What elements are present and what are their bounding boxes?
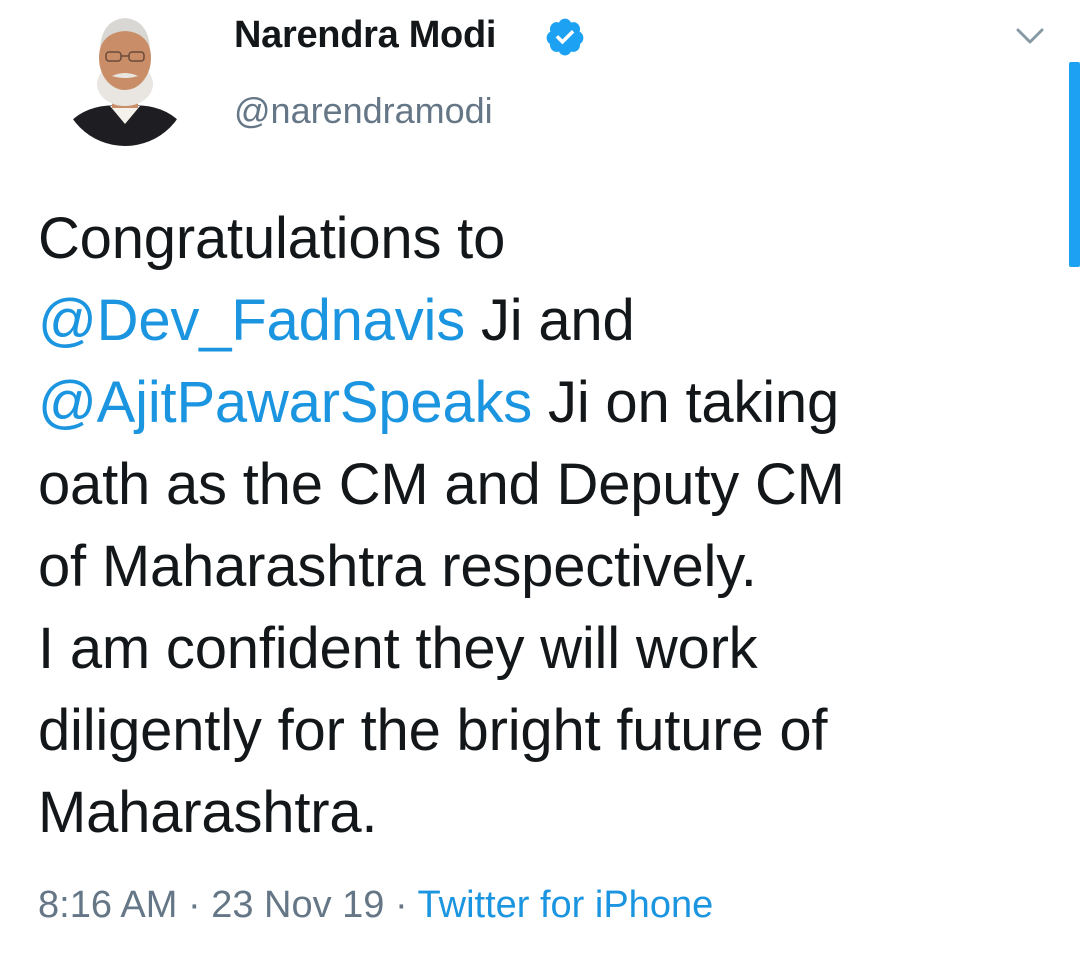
tweet-time[interactable]: 8:16 AM [38,884,177,926]
author-handle[interactable]: @narendramodi [234,90,493,132]
chevron-down-icon[interactable] [1010,20,1050,50]
tweet-text-fragment: Ji on taking [532,370,840,435]
avatar[interactable] [60,2,190,152]
author-display-name[interactable]: Narendra Modi [234,14,496,57]
verified-badge-icon [546,18,584,56]
tweet-meta: 8:16 AM · 23 Nov 19 · Twitter for iPhone [38,884,713,927]
tweet-source-link[interactable]: Twitter for iPhone [418,884,714,926]
tweet-date[interactable]: 23 Nov 19 [211,884,384,926]
tweet-text-fragment: Ji and [465,288,635,353]
meta-separator: · [177,884,212,926]
tweet-text-line: @Dev_Fadnavis Ji and [38,280,1048,362]
tweet-text: Congratulations to @Dev_Fadnavis Ji and … [38,198,1048,854]
tweet-text-line: oath as the CM and Deputy CM [38,452,845,517]
avatar-photo-icon [61,18,189,146]
tweet-text-line: @AjitPawarSpeaks Ji on taking [38,362,1048,444]
tweet: Narendra Modi @narendramodi Congratulati… [0,0,1080,972]
tweet-text-line: of Maharashtra respectively. [38,534,757,599]
meta-separator: · [384,884,418,926]
tweet-text-line: diligently for the bright future of [38,698,828,763]
tweet-text-line: I am confident they will work [38,616,758,681]
tweet-text-line: Congratulations to [38,206,506,271]
mention-ajitpawarspeaks-link[interactable]: @AjitPawarSpeaks [38,370,532,435]
tweet-text-line: Maharashtra. [38,780,378,845]
mention-dev-fadnavis-link[interactable]: @Dev_Fadnavis [38,288,465,353]
scrollbar[interactable] [1069,62,1080,267]
